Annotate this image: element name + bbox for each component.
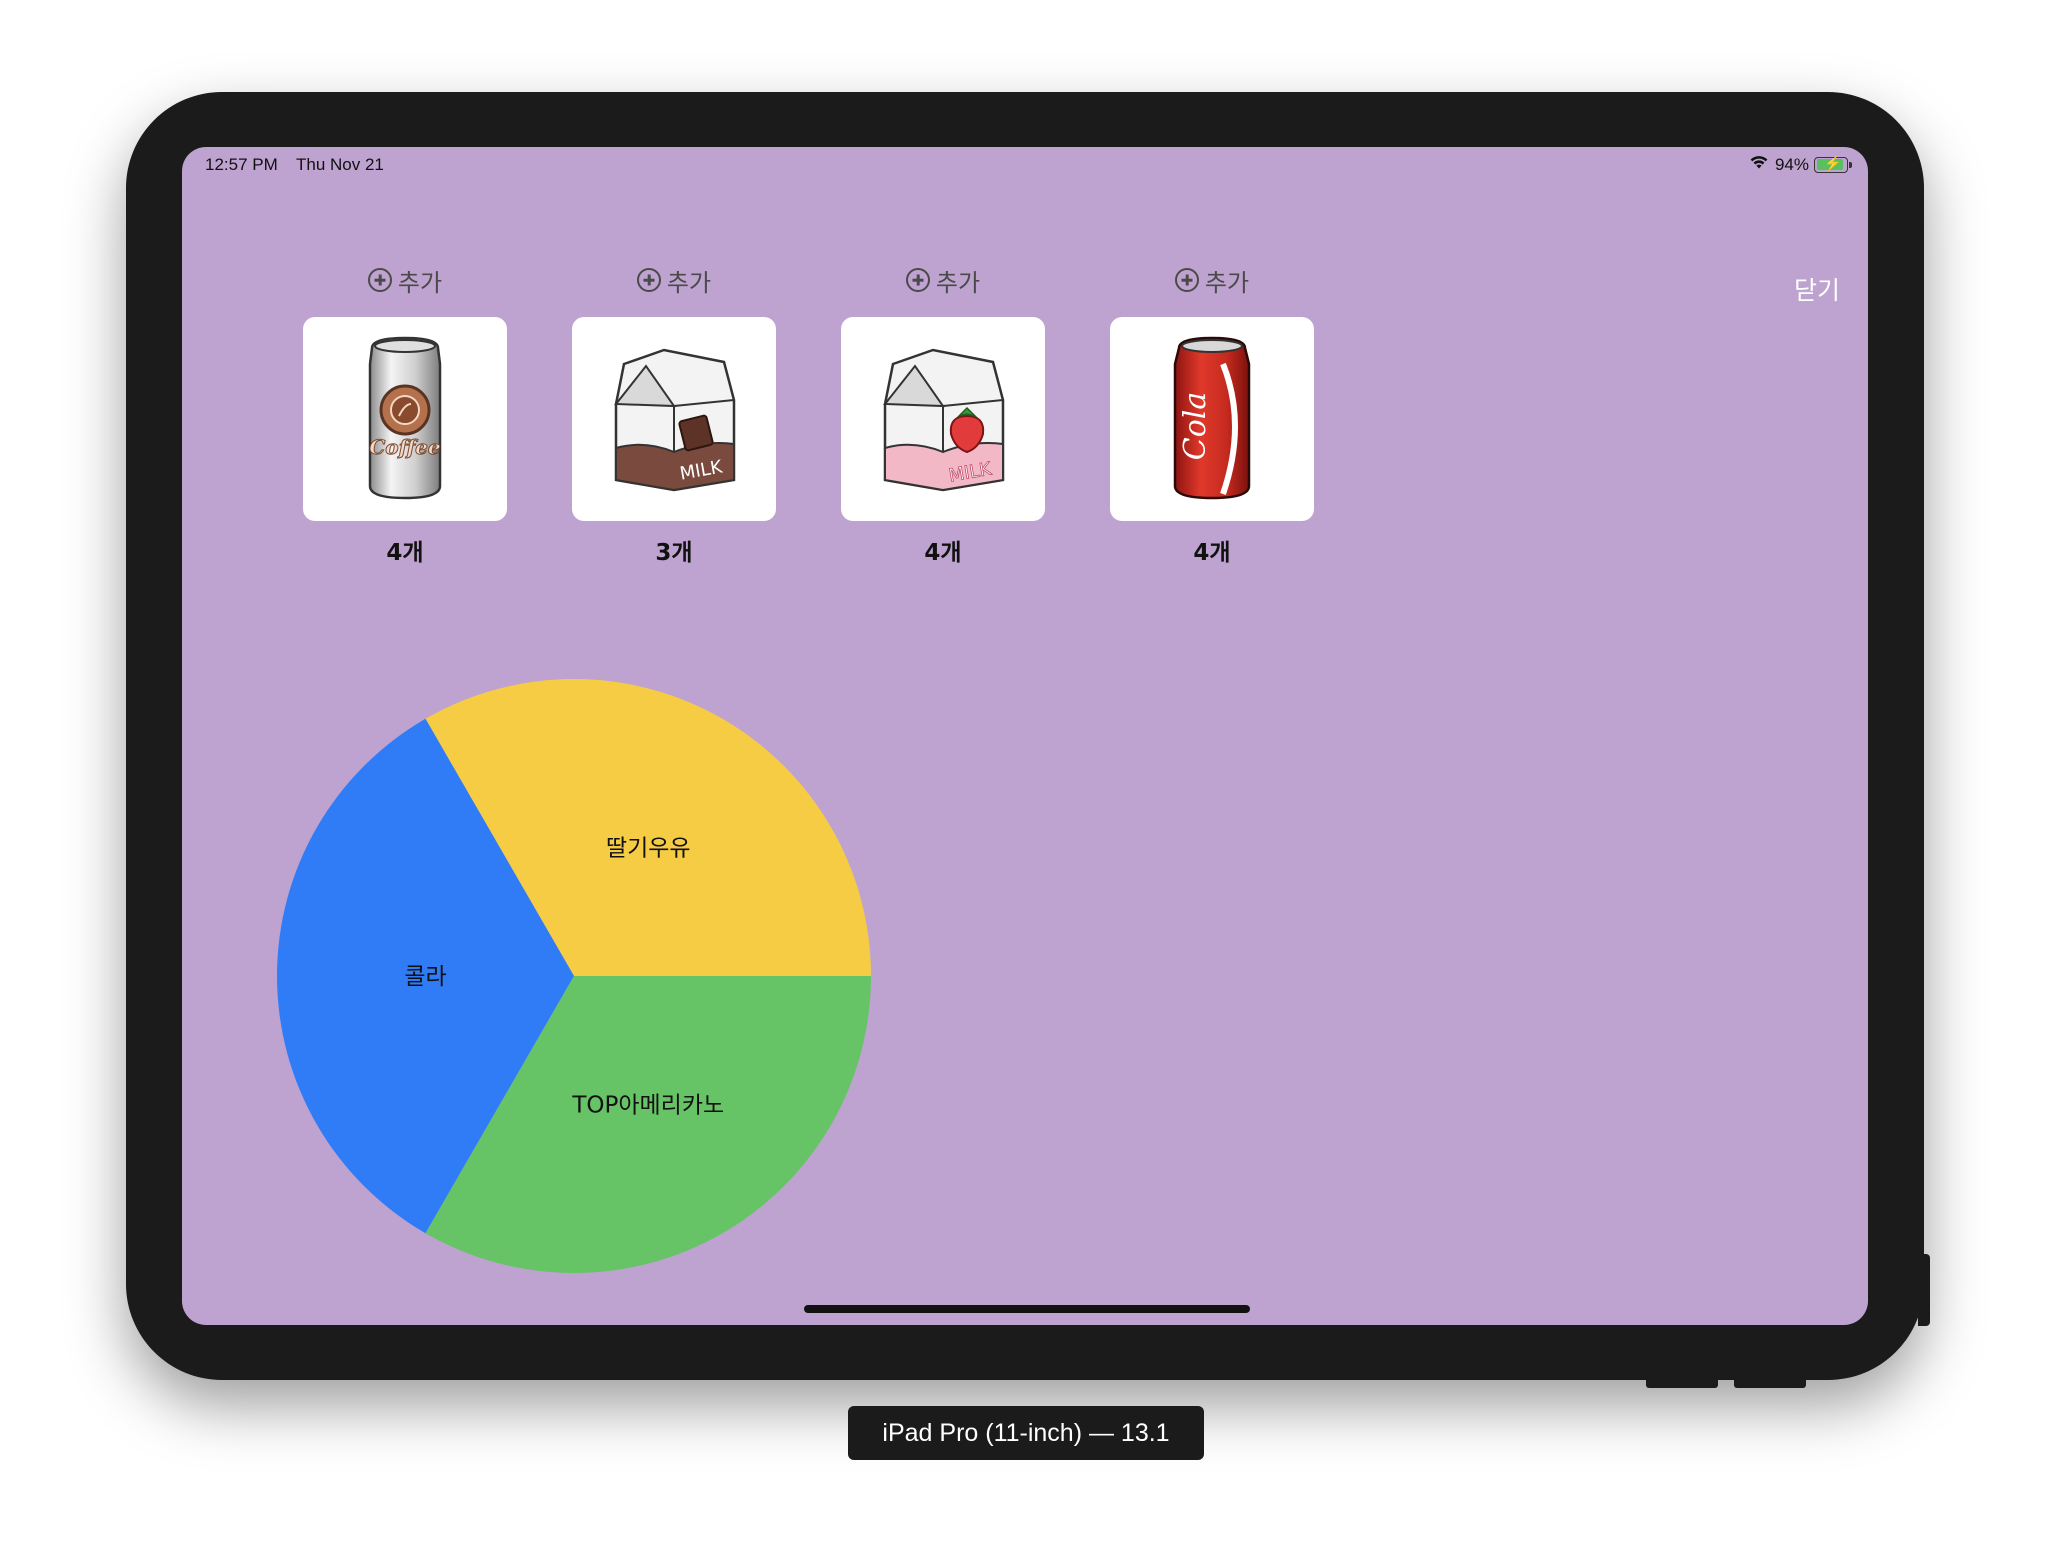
product-image-button[interactable]: MILK — [841, 317, 1045, 521]
product-image-button[interactable]: Cola — [1110, 317, 1314, 521]
product-chocolate-milk: 추가 MILK 3개 — [572, 261, 776, 567]
product-count: 4개 — [386, 540, 424, 566]
add-button[interactable]: 추가 — [303, 261, 507, 299]
chocolate-milk-carton-icon: MILK — [613, 348, 736, 492]
battery-percent: 94% — [1774, 154, 1809, 174]
product-count: 4개 — [1193, 540, 1231, 566]
volume-button — [1646, 1380, 1718, 1388]
status-time: 12:57 PM — [205, 155, 278, 174]
volume-button — [1734, 1380, 1806, 1388]
product-cola: 추가 Cola 4개 — [1110, 261, 1314, 567]
pie-slice-label: TOP아메리카노 — [571, 1093, 724, 1119]
cola-can-icon: Cola — [1173, 336, 1251, 500]
battery-icon: ⚡ — [1814, 155, 1852, 173]
product-image-button[interactable]: Coffee — [303, 317, 507, 521]
svg-text:Cola: Cola — [1178, 392, 1213, 461]
home-indicator[interactable] — [804, 1305, 1250, 1313]
svg-text:Coffee: Coffee — [369, 435, 440, 459]
add-label: 추가 — [666, 268, 712, 297]
plus-circle-icon — [367, 268, 392, 292]
plus-circle-icon — [636, 268, 661, 292]
product-strawberry-milk: 추가 MILK 4개 — [841, 261, 1045, 567]
side-button — [1918, 1254, 1930, 1326]
plus-circle-icon — [1174, 268, 1199, 292]
add-label: 추가 — [1204, 268, 1250, 297]
close-button[interactable]: 닫기 — [1794, 271, 1840, 307]
product-image-button[interactable]: MILK — [572, 317, 776, 521]
add-label: 추가 — [935, 268, 981, 297]
strawberry-milk-carton-icon: MILK — [882, 348, 1005, 492]
status-date: Thu Nov 21 — [296, 155, 384, 174]
plus-circle-icon — [905, 268, 930, 292]
simulator-window: 12:57 PM Thu Nov 21 94% ⚡ 닫기 추가 Coffee 4… — [0, 0, 2048, 1544]
add-button[interactable]: 추가 — [841, 261, 1045, 299]
product-coffee: 추가 Coffee 4개 — [303, 261, 507, 567]
add-label: 추가 — [397, 268, 443, 297]
device-label: iPad Pro (11-inch) — 13.1 — [848, 1406, 1204, 1460]
wifi-icon — [1748, 154, 1770, 175]
status-right: 94% ⚡ — [1748, 154, 1852, 175]
product-count: 3개 — [655, 540, 693, 566]
add-button[interactable]: 추가 — [1110, 261, 1314, 299]
coffee-can-icon: Coffee — [368, 336, 442, 500]
add-button[interactable]: 추가 — [572, 261, 776, 299]
product-count: 4개 — [924, 540, 962, 566]
pie-slice-label: 딸기우유 — [606, 835, 691, 861]
status-bar: 12:57 PM Thu Nov 21 94% ⚡ — [182, 147, 1868, 183]
app-screen: 12:57 PM Thu Nov 21 94% ⚡ 닫기 추가 Coffee 4… — [182, 147, 1868, 1325]
pie-chart: 딸기우유콜라 TOP아메리카노 — [277, 679, 871, 1273]
pie-slice-label: 콜라 — [404, 964, 446, 990]
